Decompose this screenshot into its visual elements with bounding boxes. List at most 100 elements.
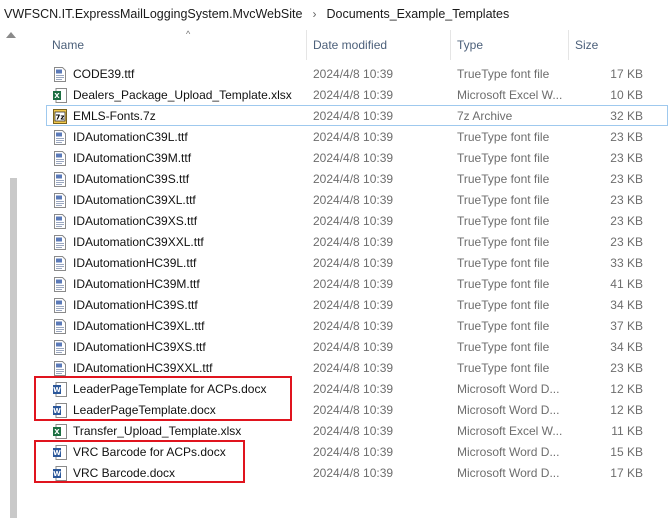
file-date-modified: 2024/4/8 10:39 (313, 424, 394, 438)
file-name: IDAutomationC39XXL.ttf (73, 235, 204, 249)
file-row[interactable]: IDAutomationHC39XS.ttf 2024/4/8 10:39 True… (46, 336, 668, 357)
file-size: 34 KB (610, 298, 643, 312)
vertical-scrollbar[interactable] (0, 28, 30, 518)
file-name: IDAutomationHC39M.ttf (73, 277, 200, 291)
file-type: TrueType font file (457, 340, 550, 354)
file-row[interactable]: IDAutomationC39L.ttf 2024/4/8 10:39 TrueTy… (46, 126, 668, 147)
file-row[interactable]: CODE39.ttf 2024/4/8 10:39 TrueType font fi… (46, 63, 668, 84)
font-file-icon (53, 361, 67, 376)
excel-file-icon: X (53, 424, 67, 439)
file-type: TrueType font file (457, 319, 550, 333)
file-size: 10 KB (610, 88, 643, 102)
file-row[interactable]: IDAutomationC39XS.ttf 2024/4/8 10:39 TrueT… (46, 210, 668, 231)
font-file-icon (53, 172, 67, 187)
scrollbar-thumb[interactable] (10, 178, 17, 518)
file-name: IDAutomationHC39XL.ttf (73, 319, 205, 333)
file-date-modified: 2024/4/8 10:39 (313, 466, 394, 480)
word-file-icon: W (53, 382, 67, 397)
file-row[interactable]: W VRC Barcode.docx 2024/4/8 10:39 Microsoft… (46, 462, 668, 483)
file-type: TrueType font file (457, 172, 550, 186)
word-file-icon: W (53, 466, 67, 481)
word-file-icon: W (53, 403, 67, 418)
file-name: CODE39.ttf (73, 67, 135, 81)
file-name: Dealers_Package_Upload_Template.xlsx (73, 88, 292, 102)
file-row[interactable]: IDAutomationC39M.ttf 2024/4/8 10:39 TrueTy… (46, 147, 668, 168)
sort-ascending-icon: ^ (186, 29, 191, 39)
word-file-icon: W (53, 445, 67, 460)
svg-text:X: X (54, 92, 60, 100)
file-type: TrueType font file (457, 130, 550, 144)
font-file-icon (53, 319, 67, 334)
file-type: TrueType font file (457, 235, 550, 249)
file-name: Transfer_Upload_Template.xlsx (73, 424, 242, 438)
file-row[interactable]: 7z EMLS-Fonts.7z 2024/4/8 10:39 7z Archive 3… (46, 105, 668, 126)
breadcrumb-item-mvcwebsite[interactable]: VWFSCN.IT.ExpressMailLoggingSystem.MvcWe… (0, 7, 306, 21)
file-size: 12 KB (610, 382, 643, 396)
font-file-icon (53, 67, 67, 82)
file-row[interactable]: IDAutomationHC39XXL.ttf 2024/4/8 10:39 Tru… (46, 357, 668, 378)
file-type: Microsoft Word D... (457, 403, 560, 417)
file-row[interactable]: IDAutomationHC39L.ttf 2024/4/8 10:39 TrueT… (46, 252, 668, 273)
column-header-name-label: Name (52, 38, 85, 52)
font-file-icon (53, 193, 67, 208)
file-row[interactable]: IDAutomationHC39XL.ttf 2024/4/8 10:39 True… (46, 315, 668, 336)
file-type: Microsoft Excel W... (457, 88, 563, 102)
file-size: 23 KB (610, 151, 643, 165)
column-header-date-modified[interactable]: Date modified (306, 30, 450, 60)
file-row[interactable]: W VRC Barcode for ACPs.docx 2024/4/8 10:39… (46, 441, 668, 462)
file-row[interactable]: X Transfer_Upload_Template.xlsx 2024/4/8 1… (46, 420, 668, 441)
file-type: 7z Archive (457, 109, 513, 123)
svg-text:7z: 7z (56, 114, 65, 122)
file-date-modified: 2024/4/8 10:39 (313, 67, 394, 81)
file-name: VRC Barcode for ACPs.docx (73, 445, 226, 459)
file-row[interactable]: IDAutomationHC39M.ttf 2024/4/8 10:39 TrueT… (46, 273, 668, 294)
file-size: 23 KB (610, 172, 643, 186)
column-header-size[interactable]: Size (568, 30, 664, 60)
file-date-modified: 2024/4/8 10:39 (313, 340, 394, 354)
file-size: 12 KB (610, 403, 643, 417)
file-date-modified: 2024/4/8 10:39 (313, 319, 394, 333)
column-header-name[interactable]: Name ^ (46, 29, 306, 60)
file-row[interactable]: W LeaderPageTemplate.docx 2024/4/8 10:39 Mi… (46, 399, 668, 420)
file-date-modified: 2024/4/8 10:39 (313, 403, 394, 417)
file-row[interactable]: IDAutomationC39S.ttf 2024/4/8 10:39 TrueTy… (46, 168, 668, 189)
file-size: 17 KB (610, 67, 643, 81)
column-header-type[interactable]: Type (450, 30, 568, 60)
file-type: Microsoft Word D... (457, 445, 560, 459)
file-name: LeaderPageTemplate for ACPs.docx (73, 382, 267, 396)
file-name: IDAutomationC39M.ttf (73, 151, 192, 165)
font-file-icon (53, 340, 67, 355)
breadcrumb-item-documents-example-templates[interactable]: Documents_Example_Templates (322, 7, 513, 21)
file-name: IDAutomationC39L.ttf (73, 130, 188, 144)
file-size: 23 KB (610, 214, 643, 228)
file-date-modified: 2024/4/8 10:39 (313, 361, 394, 375)
file-size: 17 KB (610, 466, 643, 480)
file-row[interactable]: IDAutomationC39XL.ttf 2024/4/8 10:39 TrueT… (46, 189, 668, 210)
file-size: 23 KB (610, 361, 643, 375)
file-date-modified: 2024/4/8 10:39 (313, 277, 394, 291)
file-date-modified: 2024/4/8 10:39 (313, 88, 394, 102)
file-row[interactable]: IDAutomationC39XXL.ttf 2024/4/8 10:39 True… (46, 231, 668, 252)
file-row[interactable]: W LeaderPageTemplate for ACPs.docx 2024/4/… (46, 378, 668, 399)
file-date-modified: 2024/4/8 10:39 (313, 382, 394, 396)
file-size: 34 KB (610, 340, 643, 354)
scroll-up-arrow-icon[interactable] (6, 32, 16, 38)
file-size: 15 KB (610, 445, 643, 459)
file-size: 41 KB (610, 277, 643, 291)
font-file-icon (53, 277, 67, 292)
svg-text:W: W (53, 470, 61, 478)
file-size: 37 KB (610, 319, 643, 333)
file-name: IDAutomationC39XL.ttf (73, 193, 196, 207)
file-row[interactable]: IDAutomationHC39S.ttf 2024/4/8 10:39 TrueT… (46, 294, 668, 315)
svg-text:W: W (53, 449, 61, 457)
font-file-icon (53, 151, 67, 166)
font-file-icon (53, 130, 67, 145)
file-row[interactable]: X Dealers_Package_Upload_Template.xlsx 202… (46, 84, 668, 105)
excel-file-icon: X (53, 88, 67, 103)
file-type: Microsoft Word D... (457, 466, 560, 480)
file-type: TrueType font file (457, 151, 550, 165)
column-header-row: Name ^ Date modified Type Size (34, 29, 668, 60)
file-size: 23 KB (610, 235, 643, 249)
svg-text:X: X (54, 428, 60, 436)
file-date-modified: 2024/4/8 10:39 (313, 445, 394, 459)
